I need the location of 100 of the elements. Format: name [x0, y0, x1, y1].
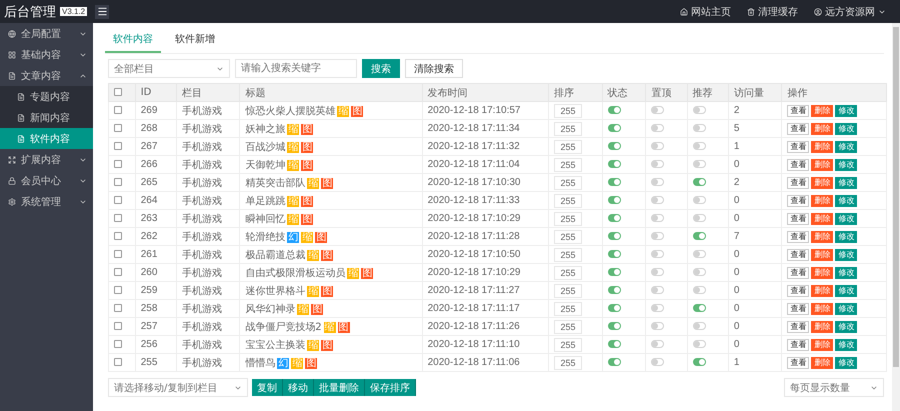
status-toggle[interactable]	[608, 214, 621, 222]
delete-button[interactable]: 删除	[811, 140, 834, 152]
search-field[interactable]: 请输入搜索关键字	[235, 59, 357, 78]
delete-button[interactable]: 删除	[811, 230, 834, 242]
checkbox[interactable]	[114, 142, 122, 150]
pin-toggle[interactable]	[651, 232, 664, 240]
checkbox[interactable]	[114, 286, 122, 294]
edit-button[interactable]: 修改	[835, 248, 858, 260]
checkbox[interactable]	[114, 160, 122, 168]
pin-toggle[interactable]	[651, 250, 664, 258]
status-toggle[interactable]	[608, 160, 621, 168]
sort-input[interactable]: 255	[554, 176, 582, 190]
checkbox[interactable]	[114, 304, 122, 312]
delete-button[interactable]: 删除	[811, 248, 834, 260]
sort-input[interactable]: 255	[554, 122, 582, 136]
checkbox[interactable]	[114, 340, 122, 348]
sidebar-item[interactable]: 系统管理	[0, 191, 93, 212]
batch-button[interactable]: 保存排序	[365, 379, 416, 396]
checkbox[interactable]	[114, 214, 122, 222]
delete-button[interactable]: 删除	[811, 320, 834, 332]
edit-button[interactable]: 修改	[835, 212, 858, 224]
delete-button[interactable]: 删除	[811, 284, 834, 296]
edit-button[interactable]: 修改	[835, 122, 858, 134]
tab[interactable]: 软件内容	[105, 29, 161, 53]
edit-button[interactable]: 修改	[835, 230, 858, 242]
delete-button[interactable]: 删除	[811, 194, 834, 206]
view-button[interactable]: 查看	[787, 266, 810, 278]
recommend-toggle[interactable]	[692, 124, 706, 132]
menu-button[interactable]	[95, 4, 109, 18]
pin-toggle[interactable]	[651, 286, 664, 294]
view-button[interactable]: 查看	[787, 356, 810, 368]
pin-toggle[interactable]	[651, 178, 664, 186]
edit-button[interactable]: 修改	[835, 338, 858, 350]
page-size-select[interactable]: 每页显示数量	[784, 378, 884, 397]
delete-button[interactable]: 删除	[811, 122, 834, 134]
sort-input[interactable]: 255	[554, 356, 582, 370]
edit-button[interactable]: 修改	[835, 356, 858, 368]
checkbox[interactable]	[114, 88, 122, 96]
recommend-toggle[interactable]	[692, 142, 706, 150]
delete-button[interactable]: 删除	[811, 302, 834, 314]
batch-button[interactable]: 复制	[252, 379, 283, 396]
delete-button[interactable]: 删除	[811, 104, 834, 116]
delete-button[interactable]: 删除	[811, 338, 834, 350]
checkbox[interactable]	[114, 106, 122, 114]
view-button[interactable]: 查看	[787, 302, 810, 314]
search-button[interactable]: 搜索	[362, 59, 400, 78]
recommend-toggle[interactable]	[692, 196, 706, 204]
sidebar-item[interactable]: 全局配置	[0, 23, 93, 44]
top-link[interactable]: 网站主页	[680, 4, 731, 18]
view-button[interactable]: 查看	[787, 230, 810, 242]
top-link[interactable]: 远方资源网	[814, 4, 886, 18]
batch-button[interactable]: 移动	[283, 379, 314, 396]
view-button[interactable]: 查看	[787, 104, 810, 116]
edit-button[interactable]: 修改	[835, 176, 858, 188]
checkbox[interactable]	[114, 322, 122, 330]
sidebar-item[interactable]: 扩展内容	[0, 149, 93, 170]
pin-toggle[interactable]	[651, 124, 664, 132]
edit-button[interactable]: 修改	[835, 194, 858, 206]
sort-input[interactable]: 255	[554, 266, 582, 280]
sort-input[interactable]: 255	[554, 212, 582, 226]
sidebar-subitem[interactable]: 新闻内容	[0, 107, 93, 128]
recommend-toggle[interactable]	[692, 250, 706, 258]
view-button[interactable]: 查看	[787, 284, 810, 296]
batch-button[interactable]: 批量删除	[314, 379, 365, 396]
pin-toggle[interactable]	[651, 106, 664, 114]
recommend-toggle[interactable]	[692, 286, 706, 294]
clear-search-button[interactable]: 清除搜索	[405, 59, 463, 78]
sort-input[interactable]: 255	[554, 302, 582, 316]
view-button[interactable]: 查看	[787, 122, 810, 134]
sort-input[interactable]: 255	[554, 158, 582, 172]
scrollbar[interactable]	[892, 23, 900, 411]
delete-button[interactable]: 删除	[811, 356, 834, 368]
pin-toggle[interactable]	[651, 340, 664, 348]
sort-input[interactable]: 255	[554, 194, 582, 208]
sidebar-item[interactable]: 基础内容	[0, 44, 93, 65]
recommend-toggle[interactable]	[692, 322, 706, 330]
edit-button[interactable]: 修改	[835, 140, 858, 152]
view-button[interactable]: 查看	[787, 212, 810, 224]
tab[interactable]: 软件新增	[167, 29, 223, 53]
pin-toggle[interactable]	[651, 358, 664, 366]
edit-button[interactable]: 修改	[835, 158, 858, 170]
status-toggle[interactable]	[608, 304, 621, 312]
recommend-toggle[interactable]	[692, 304, 706, 312]
checkbox[interactable]	[114, 358, 122, 366]
sort-input[interactable]: 255	[554, 104, 582, 118]
pin-toggle[interactable]	[651, 142, 664, 150]
view-button[interactable]: 查看	[787, 194, 810, 206]
pin-toggle[interactable]	[651, 268, 664, 276]
sort-input[interactable]: 255	[554, 230, 582, 244]
pin-toggle[interactable]	[651, 304, 664, 312]
view-button[interactable]: 查看	[787, 176, 810, 188]
delete-button[interactable]: 删除	[811, 266, 834, 278]
edit-button[interactable]: 修改	[835, 320, 858, 332]
edit-button[interactable]: 修改	[835, 284, 858, 296]
status-toggle[interactable]	[608, 106, 621, 114]
edit-button[interactable]: 修改	[835, 302, 858, 314]
sidebar-subitem[interactable]: 专题内容	[0, 86, 93, 107]
status-toggle[interactable]	[608, 358, 621, 366]
sidebar-item[interactable]: 文章内容	[0, 65, 93, 86]
recommend-toggle[interactable]	[692, 268, 706, 276]
